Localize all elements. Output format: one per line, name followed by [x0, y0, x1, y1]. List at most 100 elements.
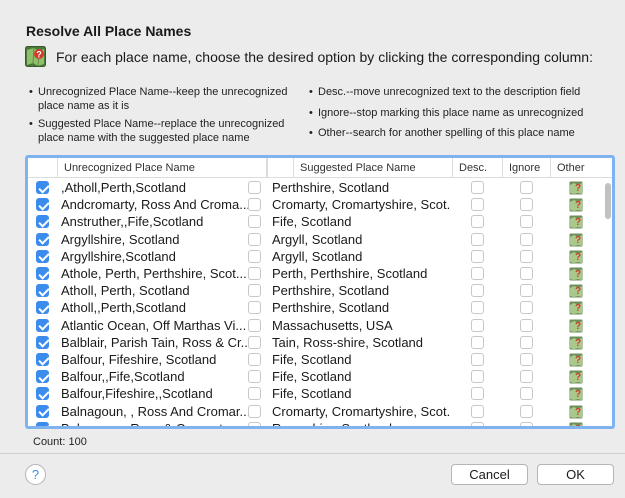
use-suggested-checkbox[interactable]	[248, 181, 261, 194]
map-question-icon[interactable]: ?	[569, 232, 583, 247]
help-button[interactable]: ?	[25, 464, 46, 485]
desc-checkbox[interactable]	[471, 181, 484, 194]
ignore-checkbox[interactable]	[520, 232, 533, 246]
table-row[interactable]: Balfour, Fifeshire, Scotland Fife, Scotla…	[28, 351, 602, 368]
table-scrollbar[interactable]	[604, 179, 612, 426]
map-question-icon[interactable]: ?	[569, 404, 583, 419]
ignore-checkbox[interactable]	[520, 181, 533, 194]
desc-checkbox[interactable]	[471, 353, 484, 366]
map-question-icon[interactable]: ?	[569, 369, 583, 384]
ignore-checkbox[interactable]	[520, 404, 533, 418]
desc-checkbox[interactable]	[471, 284, 484, 298]
ignore-checkbox[interactable]	[520, 421, 533, 426]
column-header-unrecognized[interactable]: Unrecognized Place Name	[57, 158, 267, 178]
desc-checkbox[interactable]	[471, 267, 484, 280]
table-row[interactable]: Balblair, Parish Tain, Ross & Cr... Tain,…	[28, 334, 602, 351]
keep-unrecognized-checkbox[interactable]	[36, 335, 49, 349]
keep-unrecognized-checkbox[interactable]	[36, 232, 49, 246]
ignore-checkbox[interactable]	[520, 249, 533, 263]
use-suggested-checkbox[interactable]	[248, 232, 261, 246]
keep-unrecognized-checkbox[interactable]	[36, 421, 49, 426]
table-row[interactable]: Balnagoun, Ross & Cromarty Ross-shire, Sc…	[28, 420, 602, 426]
use-suggested-checkbox[interactable]	[248, 249, 261, 263]
use-suggested-checkbox[interactable]	[248, 404, 261, 418]
desc-checkbox[interactable]	[471, 335, 484, 349]
keep-unrecognized-checkbox[interactable]	[36, 198, 49, 212]
column-header-desc[interactable]: Desc.	[452, 158, 502, 178]
use-suggested-checkbox[interactable]	[248, 284, 261, 298]
keep-unrecognized-checkbox[interactable]	[36, 249, 49, 263]
map-question-icon[interactable]: ?	[569, 335, 583, 350]
map-question-icon[interactable]: ?	[569, 386, 583, 401]
column-header-other[interactable]: Other	[550, 158, 600, 178]
desc-checkbox[interactable]	[471, 232, 484, 246]
table-row[interactable]: Anstruther,,Fife,Scotland Fife, Scotland?	[28, 213, 602, 230]
use-suggested-checkbox[interactable]	[248, 318, 261, 332]
use-suggested-checkbox[interactable]	[248, 335, 261, 349]
table-row[interactable]: Atholl,,Perth,Scotland Perthshire, Scotla…	[28, 299, 602, 316]
cancel-button[interactable]: Cancel	[451, 464, 528, 485]
use-suggested-checkbox[interactable]	[248, 267, 261, 280]
column-header-ignore[interactable]: Ignore	[502, 158, 550, 178]
table-row[interactable]: Atlantic Ocean, Off Marthas Vi... Massach…	[28, 317, 602, 334]
table-row[interactable]: ,Atholl,Perth,Scotland Perthshire, Scotla…	[28, 179, 602, 196]
keep-unrecognized-checkbox[interactable]	[36, 353, 49, 366]
map-question-icon[interactable]: ?	[569, 300, 583, 315]
table-row[interactable]: Argyllshire,Scotland Argyll, Scotland?	[28, 248, 602, 265]
keep-unrecognized-checkbox[interactable]	[36, 267, 49, 280]
keep-unrecognized-checkbox[interactable]	[36, 215, 49, 229]
ignore-checkbox[interactable]	[520, 370, 533, 384]
ignore-checkbox[interactable]	[520, 284, 533, 298]
use-suggested-checkbox[interactable]	[248, 301, 261, 315]
use-suggested-checkbox[interactable]	[248, 353, 261, 366]
map-question-icon[interactable]: ?	[569, 214, 583, 229]
use-suggested-checkbox[interactable]	[248, 421, 261, 426]
desc-checkbox[interactable]	[471, 421, 484, 426]
table-row[interactable]: Athole, Perth, Perthshire, Scot... Perth,…	[28, 265, 602, 282]
desc-checkbox[interactable]	[471, 301, 484, 315]
map-question-icon[interactable]: ?	[569, 197, 583, 212]
desc-checkbox[interactable]	[471, 404, 484, 418]
map-question-icon[interactable]: ?	[569, 318, 583, 333]
ignore-checkbox[interactable]	[520, 353, 533, 366]
table-row[interactable]: Balfour,,Fife,Scotland Fife, Scotland?	[28, 368, 602, 385]
ignore-checkbox[interactable]	[520, 215, 533, 229]
keep-unrecognized-checkbox[interactable]	[36, 318, 49, 332]
desc-checkbox[interactable]	[471, 215, 484, 229]
ignore-checkbox[interactable]	[520, 267, 533, 280]
ignore-checkbox[interactable]	[520, 335, 533, 349]
use-suggested-checkbox[interactable]	[248, 198, 261, 212]
ignore-checkbox[interactable]	[520, 318, 533, 332]
map-question-icon[interactable]: ?	[569, 421, 583, 426]
use-suggested-checkbox[interactable]	[248, 387, 261, 401]
desc-checkbox[interactable]	[471, 318, 484, 332]
ignore-checkbox[interactable]	[520, 198, 533, 212]
ok-button[interactable]: OK	[537, 464, 614, 485]
place-names-table[interactable]: Unrecognized Place Name Desc. Ignore Oth…	[25, 155, 615, 429]
table-row[interactable]: Balfour,Fifeshire,,Scotland Fife, Scotlan…	[28, 385, 602, 402]
desc-checkbox[interactable]	[471, 370, 484, 384]
keep-unrecognized-checkbox[interactable]	[36, 301, 49, 315]
table-row[interactable]: Argyllshire, Scotland Argyll, Scotland?	[28, 231, 602, 248]
keep-unrecognized-checkbox[interactable]	[36, 387, 49, 401]
keep-unrecognized-checkbox[interactable]	[36, 404, 49, 418]
keep-unrecognized-checkbox[interactable]	[36, 284, 49, 298]
table-row[interactable]: Atholl, Perth, Scotland Perthshire, Scotl…	[28, 282, 602, 299]
map-question-icon[interactable]: ?	[569, 283, 583, 298]
column-header-suggested[interactable]: Suggested Place Name	[293, 158, 451, 178]
desc-checkbox[interactable]	[471, 249, 484, 263]
keep-unrecognized-checkbox[interactable]	[36, 370, 49, 384]
map-question-icon[interactable]: ?	[569, 249, 583, 264]
table-row[interactable]: Balnagoun, , Ross And Cromar... Cromarty,…	[28, 403, 602, 420]
desc-checkbox[interactable]	[471, 198, 484, 212]
desc-checkbox[interactable]	[471, 387, 484, 401]
map-question-icon[interactable]: ?	[569, 266, 583, 281]
scrollbar-thumb[interactable]	[605, 183, 611, 219]
map-question-icon[interactable]: ?	[569, 180, 583, 195]
map-question-icon[interactable]: ?	[569, 352, 583, 367]
ignore-checkbox[interactable]	[520, 387, 533, 401]
use-suggested-checkbox[interactable]	[248, 215, 261, 229]
table-row[interactable]: Andcromarty, Ross And Croma... Cromarty, …	[28, 196, 602, 213]
keep-unrecognized-checkbox[interactable]	[36, 181, 49, 194]
ignore-checkbox[interactable]	[520, 301, 533, 315]
